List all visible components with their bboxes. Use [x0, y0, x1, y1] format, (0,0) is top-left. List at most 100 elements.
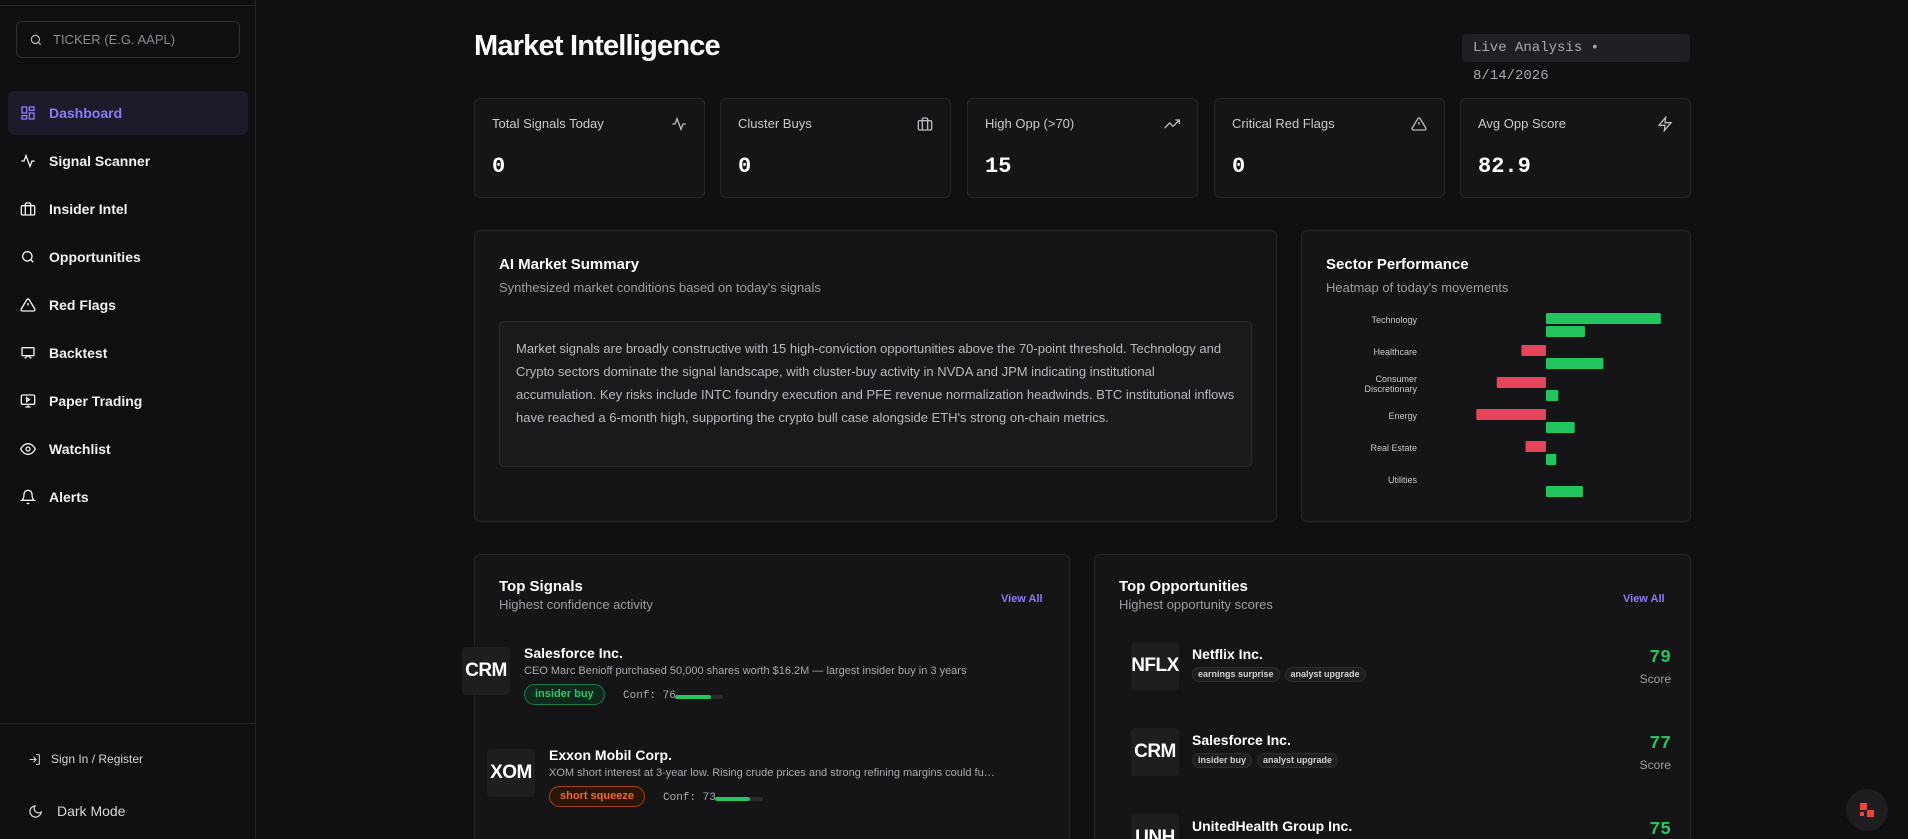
- moon-icon: [29, 804, 42, 818]
- sector-label: Technology: [1371, 315, 1417, 325]
- search-icon: [22, 250, 34, 263]
- sector-bar-chart: Technology Healthcare ConsumerDiscretionar…: [1364, 313, 1661, 497]
- sector-bar: [1546, 358, 1604, 369]
- stat-card-avg-opp-score: Avg Opp Score 82.9: [1460, 98, 1691, 198]
- nav-item-watchlist[interactable]: Watchlist: [8, 427, 248, 471]
- stat-value: 0: [492, 154, 506, 179]
- card-title: Top Opportunities: [1119, 578, 1248, 595]
- stat-value: 0: [738, 154, 752, 179]
- tag-list: earnings surprise analyst upgrade: [1192, 667, 1366, 682]
- ticker-search[interactable]: [16, 21, 240, 58]
- signal-item[interactable]: CRM Salesforce Inc. CEO Marc Benioff pur…: [462, 645, 972, 705]
- stat-label: Cluster Buys: [738, 116, 812, 131]
- nav-item-red-flags[interactable]: Red Flags: [8, 283, 248, 327]
- signal-description: CEO Marc Benioff purchased 50,000 shares…: [524, 665, 967, 677]
- signal-type-badge: short squeeze: [549, 786, 645, 807]
- nav-item-backtest[interactable]: Backtest: [8, 331, 248, 375]
- nav-label: Watchlist: [49, 441, 111, 457]
- nav-item-signal-scanner[interactable]: Signal Scanner: [8, 139, 248, 183]
- dark-mode-toggle[interactable]: Dark Mode: [28, 803, 125, 819]
- confidence-bar-fill: [675, 695, 712, 699]
- opportunity-score: 77: [1649, 734, 1671, 754]
- summary-text: Market signals are broadly constructive …: [499, 321, 1252, 467]
- company-name: Salesforce Inc.: [1192, 732, 1291, 748]
- divider: [0, 5, 256, 6]
- tag: analyst upgrade: [1257, 753, 1339, 768]
- ticker-logo: CRM: [1131, 728, 1179, 776]
- stat-value: 15: [985, 154, 1012, 179]
- top-opportunities-card: Top Opportunities Highest opportunity sc…: [1094, 554, 1691, 839]
- opportunity-item[interactable]: CRM Salesforce Inc. insider buy analyst …: [1131, 728, 1671, 776]
- card-subtitle: Highest confidence activity: [499, 597, 653, 612]
- sidebar: Dashboard Signal Scanner Insider Intel O…: [0, 0, 256, 839]
- nav-label: Backtest: [49, 345, 108, 361]
- signal-type-badge: insider buy: [524, 684, 605, 705]
- nav-label: Insider Intel: [49, 201, 128, 217]
- company-name: UnitedHealth Group Inc.: [1192, 818, 1353, 834]
- monitor-icon: [21, 347, 35, 359]
- search-icon: [30, 34, 42, 45]
- tag-list: insider buy analyst upgrade: [1192, 753, 1339, 768]
- sector-label: Consumer: [1375, 374, 1417, 384]
- nav-item-paper-trading[interactable]: Paper Trading: [8, 379, 248, 423]
- tag: analyst upgrade: [1284, 667, 1366, 682]
- live-analysis-badge: Live Analysis • 8/14/2026: [1462, 34, 1690, 84]
- brand-logo-icon: [1860, 803, 1874, 817]
- divider: [0, 723, 256, 724]
- ticker-logo: XOM: [487, 749, 535, 797]
- sector-bar: [1546, 313, 1661, 324]
- nav-label: Opportunities: [49, 249, 141, 265]
- view-all-signals-link[interactable]: View All: [1001, 593, 1043, 605]
- confidence-label: Conf: 73: [663, 792, 716, 804]
- warning-icon: [1411, 117, 1427, 131]
- opportunity-item[interactable]: UNH UnitedHealth Group Inc. 75: [1131, 814, 1671, 839]
- view-all-opportunities-link[interactable]: View All: [1623, 593, 1665, 605]
- sector-bar: [1546, 454, 1557, 465]
- page-title: Market Intelligence: [474, 30, 721, 62]
- stat-card-cluster-buys: Cluster Buys 0: [720, 98, 951, 198]
- stat-card-critical-red-flags: Critical Red Flags 0: [1214, 98, 1445, 198]
- score-label: Score: [1639, 672, 1671, 686]
- warning-icon: [20, 298, 36, 312]
- sector-bar: [1546, 326, 1585, 337]
- nav-label: Alerts: [49, 489, 89, 505]
- signal-description: XOM short interest at 3-year low. Rising…: [549, 767, 999, 779]
- company-name: Netflix Inc.: [1192, 646, 1263, 662]
- eye-icon: [20, 442, 36, 456]
- sector-label: Discretionary: [1364, 384, 1417, 394]
- nav-item-dashboard[interactable]: Dashboard: [8, 91, 248, 135]
- opportunity-item[interactable]: NFLX Netflix Inc. earnings surprise anal…: [1131, 642, 1671, 690]
- nav-label: Signal Scanner: [49, 153, 151, 169]
- stat-card-high-opp: High Opp (>70) 15: [967, 98, 1198, 198]
- dark-mode-label: Dark Mode: [57, 803, 126, 819]
- activity-icon: [21, 153, 35, 169]
- bell-icon: [20, 489, 36, 505]
- score-label: Score: [1639, 758, 1671, 772]
- screen-play-icon: [20, 394, 36, 408]
- nav-item-alerts[interactable]: Alerts: [8, 475, 248, 519]
- nav-item-opportunities[interactable]: Opportunities: [8, 235, 248, 279]
- assistant-fab-button[interactable]: [1846, 789, 1888, 831]
- ticker-search-input[interactable]: [53, 32, 223, 47]
- zap-icon: [1657, 116, 1673, 132]
- sector-label: Real Estate: [1370, 443, 1417, 453]
- ticker-logo: NFLX: [1131, 642, 1179, 690]
- confidence-bar-fill: [715, 797, 751, 801]
- sector-bar: [1546, 486, 1583, 497]
- stat-card-total-signals: Total Signals Today 0: [474, 98, 705, 198]
- sector-label: Utilities: [1388, 475, 1418, 485]
- card-subtitle: Highest opportunity scores: [1119, 597, 1273, 612]
- sector-bar: [1546, 422, 1575, 433]
- trending-up-icon: [1164, 119, 1180, 129]
- nav-label: Paper Trading: [49, 393, 143, 409]
- briefcase-icon: [917, 117, 933, 131]
- ai-market-summary-card: AI Market Summary Synthesized market con…: [474, 230, 1277, 522]
- sign-in-button[interactable]: Sign In / Register: [28, 752, 143, 766]
- tag: insider buy: [1192, 753, 1253, 768]
- top-signals-card: Top Signals Highest confidence activity …: [462, 554, 1070, 839]
- confidence-bar: [715, 797, 763, 801]
- signal-item[interactable]: XOM Exxon Mobil Corp. XOM short interest…: [487, 747, 999, 807]
- stat-value: 82.9: [1478, 154, 1531, 179]
- stat-label: High Opp (>70): [985, 116, 1075, 131]
- nav-item-insider-intel[interactable]: Insider Intel: [8, 187, 248, 231]
